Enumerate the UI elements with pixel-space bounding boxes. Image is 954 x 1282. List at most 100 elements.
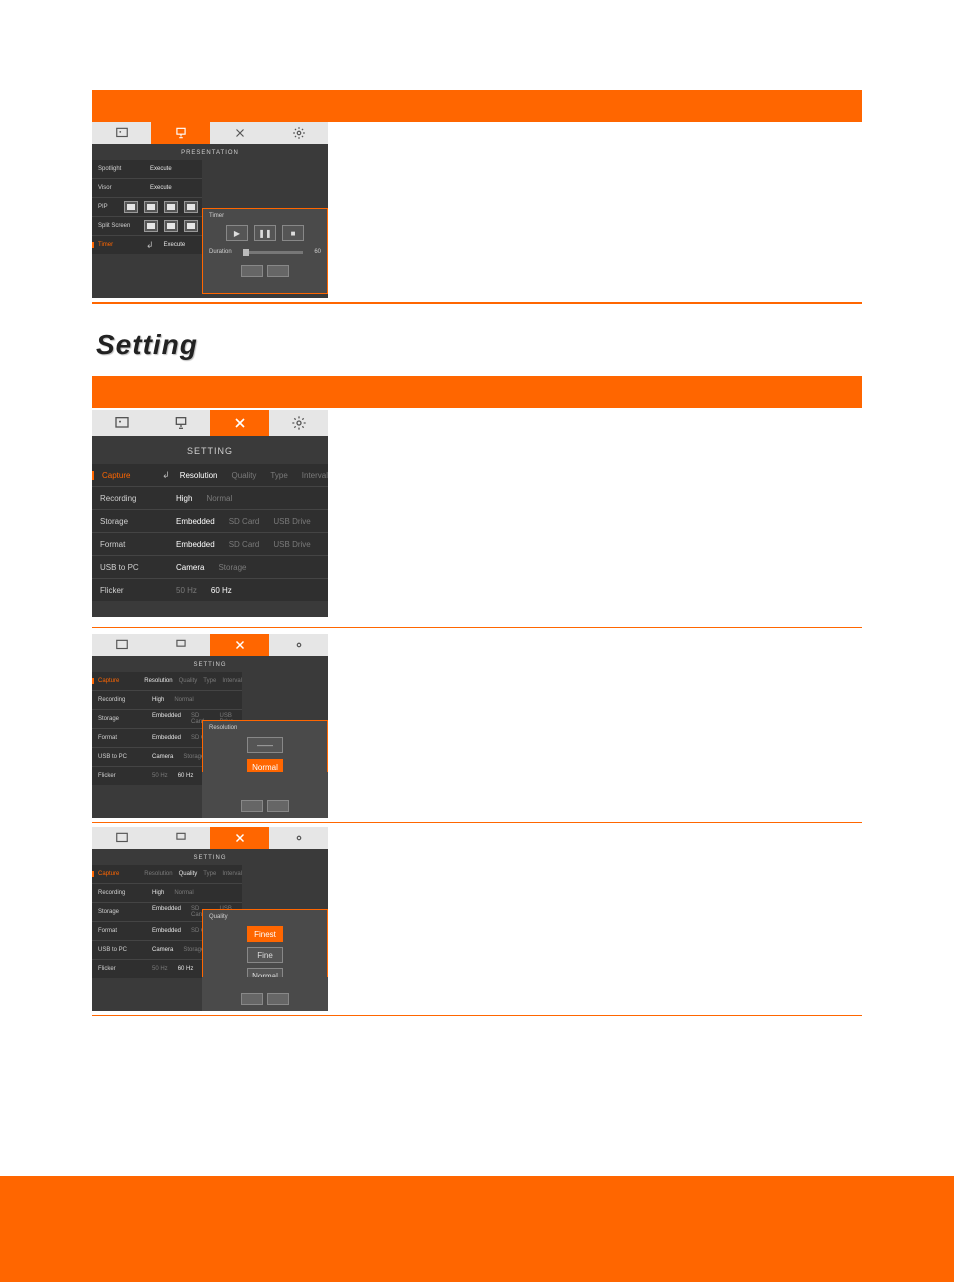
popup-title: Quality [209, 914, 321, 920]
ss-opt-1[interactable] [144, 220, 158, 232]
timer-stop-button[interactable]: ■ [282, 225, 304, 241]
tools-icon [232, 415, 248, 431]
gear-icon [291, 415, 307, 431]
popup-title: Resolution [209, 725, 321, 731]
popup-timer: Timer ▶ ❚❚ ■ Duration 60 [202, 208, 328, 294]
tab-tools[interactable] [210, 634, 269, 656]
tab-image[interactable] [92, 827, 151, 849]
row-recording[interactable]: RecordingHighNormal [92, 884, 242, 903]
divider-4 [92, 1015, 862, 1016]
menu-title: PRESENTATION [92, 144, 328, 160]
pip-opt-2[interactable] [144, 201, 158, 213]
image-icon [115, 126, 129, 140]
label: Visor [92, 185, 146, 191]
label: Timer [92, 242, 146, 248]
presentation-icon [174, 831, 188, 845]
row-recording[interactable]: Recording HighNormal [92, 487, 328, 510]
duration-slider[interactable] [243, 251, 303, 254]
value: Execute [150, 166, 172, 172]
cancel-button[interactable] [267, 993, 289, 1005]
presentation-icon [173, 415, 189, 431]
tab-image[interactable] [92, 122, 151, 144]
quality-option-finest[interactable]: Finest [247, 926, 283, 942]
label: Capture [92, 471, 162, 480]
cancel-button[interactable] [267, 265, 289, 277]
tab-image[interactable] [92, 634, 151, 656]
menu-title: SETTING [92, 849, 328, 865]
row-spotlight[interactable]: Spotlight Execute [92, 160, 202, 179]
divider-1 [92, 302, 862, 304]
row-storage[interactable]: Storage EmbeddedSD CardUSB Drive [92, 510, 328, 533]
ss-opt-3[interactable] [184, 220, 198, 232]
pip-opt-3[interactable] [164, 201, 178, 213]
row-capture[interactable]: Capture ↲ Resolution Quality Type Interv… [92, 464, 328, 487]
duration-label: Duration [209, 249, 232, 255]
label: PIP [92, 204, 120, 210]
row-timer[interactable]: Timer ↲ Execute [92, 236, 202, 254]
tab-tools[interactable] [210, 122, 269, 144]
divider-3 [92, 822, 862, 823]
gear-icon [292, 831, 306, 845]
page-footer-bar [0, 1176, 954, 1282]
tab-presentation[interactable] [151, 827, 210, 849]
tab-tools[interactable] [210, 827, 269, 849]
col-resolution: Resolution [180, 471, 218, 480]
tab-presentation[interactable] [151, 122, 210, 144]
section-heading-setting: Setting [96, 329, 862, 361]
row-pip[interactable]: PIP [92, 198, 202, 217]
tools-icon [233, 126, 247, 140]
tab-tools[interactable] [210, 410, 269, 436]
label: Format [92, 540, 172, 549]
submenu-arrow-icon: ↲ [162, 470, 170, 481]
document-page: PRESENTATION Spotlight Execute Visor Exe… [0, 0, 954, 1016]
content-column: PRESENTATION Spotlight Execute Visor Exe… [92, 90, 862, 1016]
tab-settings[interactable] [269, 410, 328, 436]
row-usb-to-pc[interactable]: USB to PC CameraStorage [92, 556, 328, 579]
label: Spotlight [92, 166, 146, 172]
timer-pause-button[interactable]: ❚❚ [254, 225, 276, 241]
pip-opt-4[interactable] [184, 201, 198, 213]
ok-button[interactable] [241, 993, 263, 1005]
tab-image[interactable] [92, 410, 151, 436]
row-splitscreen[interactable]: Split Screen [92, 217, 202, 236]
row-flicker[interactable]: Flicker 50 Hz60 Hz [92, 579, 328, 601]
tab-bar [92, 122, 328, 144]
pip-opt-1[interactable] [124, 201, 138, 213]
label: USB to PC [92, 563, 172, 572]
header-bar-1 [92, 90, 862, 122]
image-icon [115, 638, 129, 652]
label: Storage [92, 517, 172, 526]
ok-button[interactable] [241, 265, 263, 277]
tab-settings[interactable] [269, 827, 328, 849]
ss-opt-2[interactable] [164, 220, 178, 232]
tab-settings[interactable] [269, 122, 328, 144]
ok-button[interactable] [241, 800, 263, 812]
submenu-arrow-icon: ↲ [146, 240, 154, 251]
screenshot-setting-resolution: SETTING Capture ResolutionQualityTypeInt… [92, 634, 328, 818]
quality-option-fine[interactable]: Fine [247, 947, 283, 963]
row-format[interactable]: Format EmbeddedSD CardUSB Drive [92, 533, 328, 556]
row-recording[interactable]: RecordingHighNormal [92, 691, 242, 710]
presentation-icon [174, 638, 188, 652]
col-interval: Interval [302, 471, 328, 480]
gear-icon [292, 638, 306, 652]
row-capture[interactable]: Capture ResolutionQualityTypeInterval [92, 672, 242, 691]
menu-rows: Capture ↲ Resolution Quality Type Interv… [92, 464, 328, 601]
tab-presentation[interactable] [151, 410, 210, 436]
screenshot-setting-quality: SETTING Capture ResolutionQualityTypeInt… [92, 827, 328, 1011]
timer-play-button[interactable]: ▶ [226, 225, 248, 241]
tab-presentation[interactable] [151, 634, 210, 656]
tab-bar [92, 634, 328, 656]
tools-icon [233, 638, 247, 652]
tools-icon [233, 831, 247, 845]
cancel-button[interactable] [267, 800, 289, 812]
header-bar-2 [92, 376, 862, 408]
row-visor[interactable]: Visor Execute [92, 179, 202, 198]
tab-settings[interactable] [269, 634, 328, 656]
resolution-option-1[interactable]: —— [247, 737, 283, 753]
value: Execute [150, 185, 172, 191]
label: Split Screen [92, 223, 140, 229]
popup-title: Timer [209, 213, 321, 219]
row-capture[interactable]: Capture ResolutionQualityTypeInterval [92, 865, 242, 884]
gear-icon [292, 126, 306, 140]
